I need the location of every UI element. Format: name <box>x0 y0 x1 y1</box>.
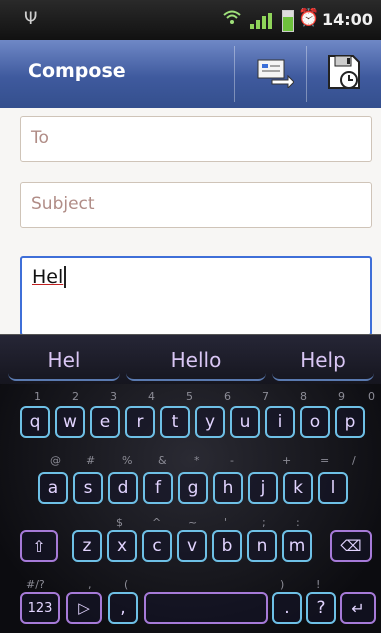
on-screen-keyboard: 1 2 3 4 5 6 7 8 9 0 q w e r t y u i o p … <box>0 384 381 633</box>
key-n[interactable]: n <box>247 530 277 562</box>
key-hint: - <box>230 454 234 467</box>
compose-form: To Subject Hel <box>0 108 381 336</box>
key-hint: ) <box>280 578 285 591</box>
send-icon <box>254 56 295 92</box>
key-hint: 1 <box>34 390 41 403</box>
space-key[interactable] <box>144 592 268 624</box>
key-u[interactable]: u <box>230 406 260 438</box>
key-o[interactable]: o <box>300 406 330 438</box>
divider <box>306 46 307 102</box>
title-bar: Compose <box>0 40 381 109</box>
status-time: 14:00 <box>322 10 373 29</box>
voice-input-key[interactable]: ▷ <box>66 592 102 624</box>
shift-icon: ⇧ <box>32 536 46 556</box>
key-hint: 6 <box>224 390 231 403</box>
key-hint: + <box>282 454 292 467</box>
key-hint: : <box>296 516 300 529</box>
status-bar: Ψ ⏰ 14:00 <box>0 0 381 40</box>
key-hint: $ <box>116 516 123 529</box>
key-hint: ; <box>262 516 266 529</box>
key-f[interactable]: f <box>143 472 173 504</box>
key-z[interactable]: z <box>72 530 102 562</box>
key-b[interactable]: b <box>212 530 242 562</box>
key-hint: 0 <box>368 390 375 403</box>
key-x[interactable]: x <box>107 530 137 562</box>
key-hint: % <box>122 454 133 467</box>
key-hint: ! <box>316 578 321 591</box>
text-cursor <box>64 266 66 288</box>
suggestion-item[interactable]: Hel <box>8 341 120 381</box>
key-q[interactable]: q <box>20 406 50 438</box>
key-hint: # <box>86 454 96 467</box>
save-button[interactable] <box>314 46 374 102</box>
key-c[interactable]: c <box>142 530 172 562</box>
backspace-icon: ⌫ <box>340 537 362 555</box>
key-hint: & <box>158 454 167 467</box>
key-hint: @ <box>50 454 61 467</box>
suggestion-item[interactable]: Hello <box>126 341 266 381</box>
key-h[interactable]: h <box>213 472 243 504</box>
key-hint: 7 <box>262 390 269 403</box>
usb-icon: Ψ <box>24 9 38 29</box>
suggestion-strip: Hel Hello Help <box>0 334 381 385</box>
key-hint: * <box>194 454 200 467</box>
key-i[interactable]: i <box>265 406 295 438</box>
send-button[interactable] <box>244 46 304 102</box>
key-d[interactable]: d <box>108 472 138 504</box>
key-j[interactable]: j <box>248 472 278 504</box>
backspace-key[interactable]: ⌫ <box>330 530 372 562</box>
key-hint: ( <box>124 578 129 591</box>
key-hint: 3 <box>110 390 117 403</box>
key-hint: 8 <box>300 390 307 403</box>
key-y[interactable]: y <box>195 406 225 438</box>
key-p[interactable]: p <box>335 406 365 438</box>
period-key[interactable]: . <box>272 592 302 624</box>
key-hint: #/? <box>26 578 45 591</box>
enter-icon: ↵ <box>351 598 365 618</box>
voice-input-icon: ▷ <box>78 599 90 617</box>
key-hint: 2 <box>72 390 79 403</box>
battery-icon <box>282 10 294 32</box>
to-field[interactable]: To <box>20 116 372 162</box>
wifi-icon <box>222 8 242 31</box>
shift-key[interactable]: ⇧ <box>20 530 58 562</box>
signal-icon <box>250 13 272 29</box>
comma-key[interactable]: , <box>108 592 138 624</box>
key-hint: ^ <box>152 516 162 529</box>
message-body-field[interactable]: Hel <box>20 256 372 336</box>
key-e[interactable]: e <box>90 406 120 438</box>
subject-placeholder: Subject <box>31 194 95 214</box>
key-a[interactable]: a <box>38 472 68 504</box>
key-l[interactable]: l <box>318 472 348 504</box>
key-s[interactable]: s <box>73 472 103 504</box>
phone-screen: Ψ ⏰ 14:00 Compose To Subject Hel Hel Hel… <box>0 0 381 633</box>
subject-field[interactable]: Subject <box>20 182 372 228</box>
key-w[interactable]: w <box>55 406 85 438</box>
key-hint: 5 <box>186 390 193 403</box>
suggestion-item[interactable]: Help <box>272 341 374 381</box>
save-icon <box>327 54 361 94</box>
message-body-text: Hel <box>32 266 64 288</box>
key-hint: / <box>352 454 356 467</box>
symbols-key[interactable]: 123 <box>20 592 60 624</box>
key-hint: , <box>88 578 92 591</box>
alarm-icon: ⏰ <box>298 8 320 28</box>
key-k[interactable]: k <box>283 472 313 504</box>
key-hint: ~ <box>188 516 198 529</box>
page-title: Compose <box>28 60 126 82</box>
key-r[interactable]: r <box>125 406 155 438</box>
key-g[interactable]: g <box>178 472 208 504</box>
enter-key[interactable]: ↵ <box>340 592 376 624</box>
question-key[interactable]: ? <box>306 592 336 624</box>
key-v[interactable]: v <box>177 530 207 562</box>
key-hint: 9 <box>338 390 345 403</box>
key-hint: ' <box>224 516 228 529</box>
divider <box>234 46 235 102</box>
key-t[interactable]: t <box>160 406 190 438</box>
to-placeholder: To <box>31 128 49 148</box>
key-hint: 4 <box>148 390 155 403</box>
key-hint: = <box>320 454 330 467</box>
key-m[interactable]: m <box>282 530 312 562</box>
